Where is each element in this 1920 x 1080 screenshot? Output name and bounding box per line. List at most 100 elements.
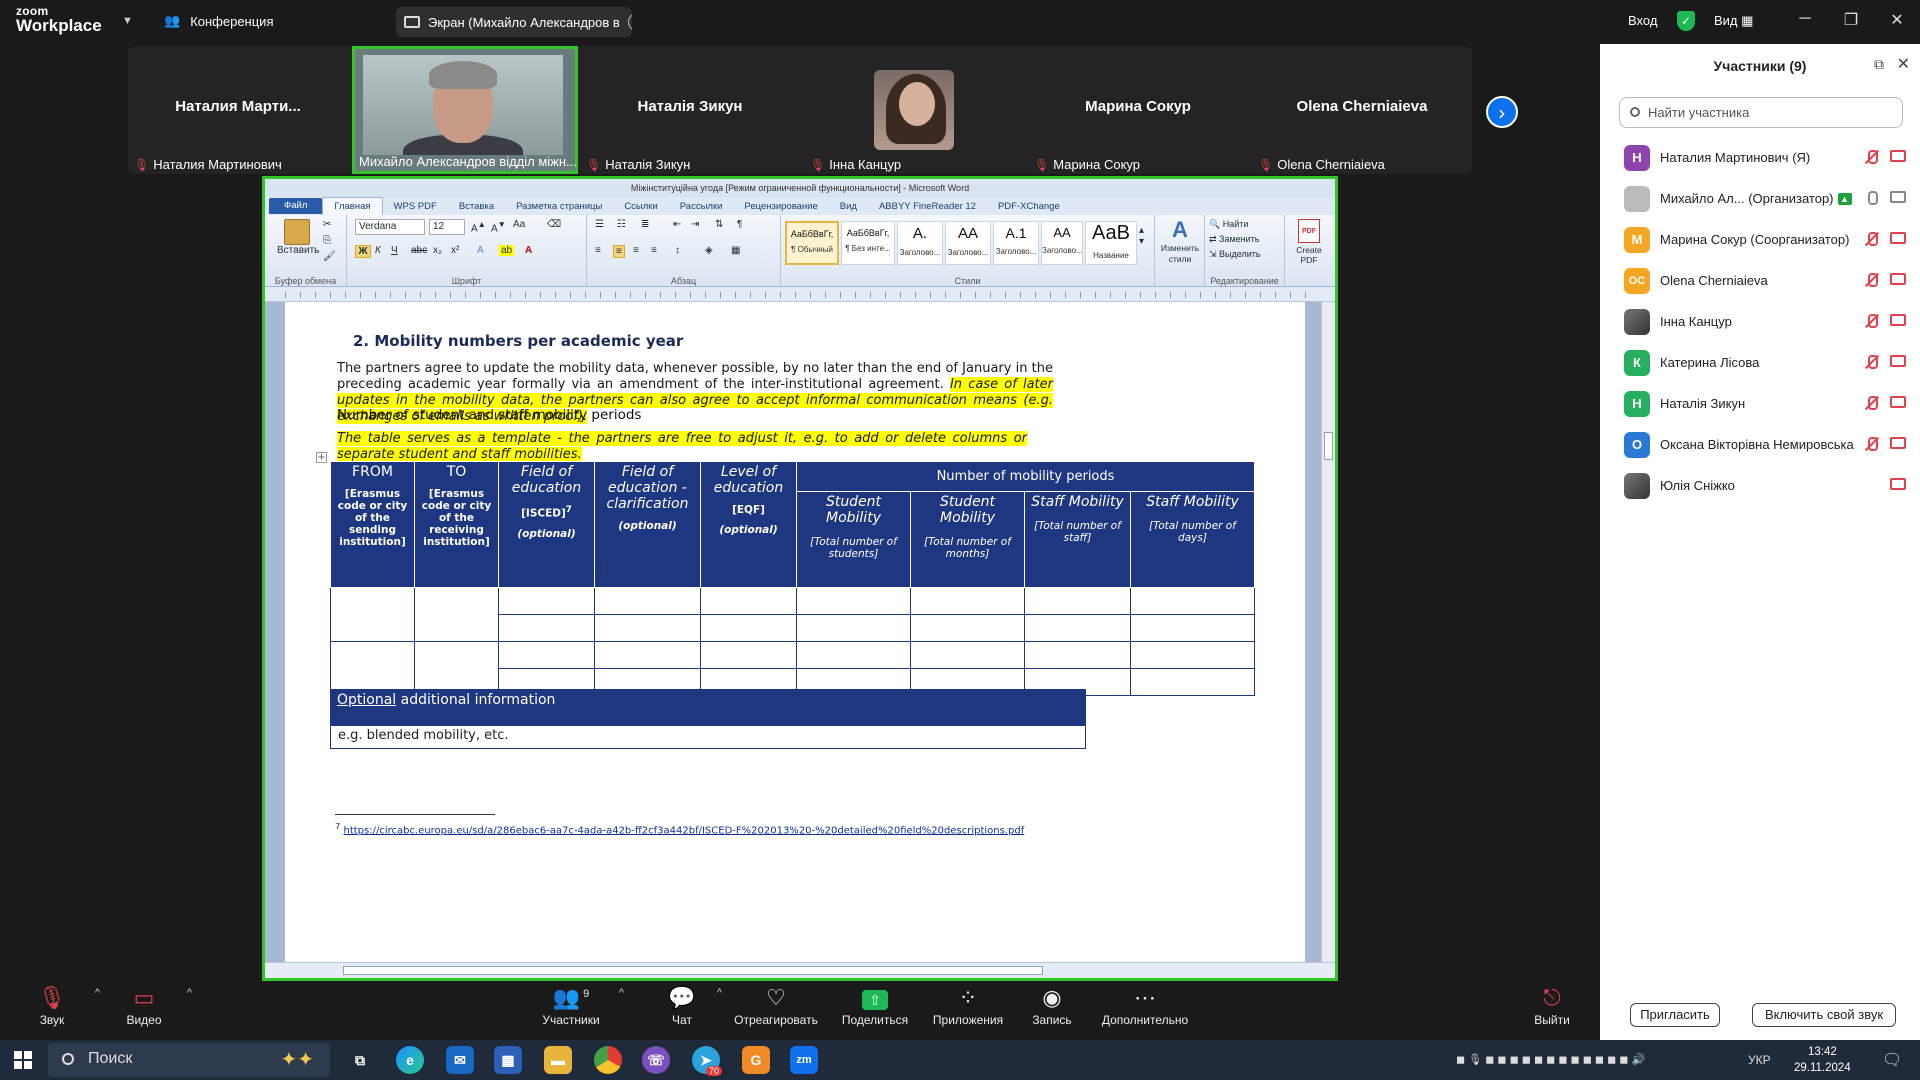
shield-icon[interactable]: ✓ [1677, 11, 1695, 31]
superscript-icon[interactable]: x² [451, 245, 459, 256]
table-cell[interactable] [1130, 668, 1255, 696]
video-tile[interactable]: Марина Сокур 🎙 Марина Сокур [1028, 46, 1248, 174]
clock[interactable]: 13:42 29.11.2024 [1794, 1044, 1851, 1076]
table-cell[interactable] [498, 614, 595, 642]
camera-off-icon[interactable] [1890, 232, 1906, 244]
camera-off-icon[interactable] [1890, 396, 1906, 408]
invite-button[interactable]: Пригласить [1630, 1003, 1720, 1027]
participant-row[interactable]: Н Наталія Зикун [1600, 383, 1920, 424]
camera-on-icon[interactable] [1890, 191, 1906, 203]
participant-row[interactable]: О Оксана Вікторівна Немировська [1600, 424, 1920, 465]
camera-off-icon[interactable] [1890, 150, 1906, 162]
font-color-icon[interactable]: A [525, 245, 532, 256]
justify-icon[interactable]: ≡ [651, 245, 657, 256]
text-effects-icon[interactable]: A [477, 245, 484, 256]
tab-pdf-xchange[interactable]: PDF-XChange [987, 201, 1071, 212]
find-button[interactable]: 🔍 Найти [1209, 219, 1248, 230]
more-options-icon[interactable]: ··· [627, 13, 632, 31]
table-cell[interactable] [910, 641, 1025, 669]
bullets-icon[interactable]: ☰ [595, 219, 604, 230]
create-pdf-button[interactable]: PDF Create PDF [1289, 219, 1329, 265]
tray-icons[interactable]: ◼ 🎙 ◼ ◼ ◼ ◼ ◼ ◼ ◼ ◼ ◼ ◼ ◼ ◼ 🔊 [1456, 1053, 1645, 1066]
style-normal[interactable]: АаБбВвГг, ¶ Обычный [785, 221, 839, 265]
participants-button[interactable]: 👥 9 Участники ^ [536, 981, 624, 1040]
popout-icon[interactable]: ⧉ [1874, 56, 1884, 73]
subscript-icon[interactable]: x₂ [433, 245, 442, 256]
mic-off-icon[interactable] [1864, 355, 1878, 369]
participant-row[interactable]: К Катерина Лісова [1600, 342, 1920, 383]
italic-icon[interactable]: К [375, 245, 381, 256]
grow-font-icon[interactable]: A▲ [471, 219, 486, 234]
underline-icon[interactable]: Ч [391, 245, 398, 256]
replace-button[interactable]: ⇄ Заменить [1209, 234, 1260, 245]
table-cell[interactable] [1130, 614, 1255, 642]
scroll-thumb[interactable] [1324, 432, 1333, 460]
tab-view[interactable]: Вид [829, 201, 868, 212]
video-button[interactable]: ▭ Видео ^ [114, 981, 192, 1040]
close-icon[interactable]: ✕ [1882, 10, 1912, 30]
footnote-link[interactable]: https://circabc.europa.eu/sd/a/286ebac6-… [344, 825, 1025, 836]
horizontal-scrollbar[interactable] [265, 962, 1335, 978]
tab-wps-pdf[interactable]: WPS PDF [383, 201, 448, 212]
camera-off-icon[interactable] [1890, 314, 1906, 326]
paste-button[interactable]: Вставить [277, 219, 319, 256]
conference-menu[interactable]: 👥 Конференция [164, 13, 273, 29]
strikethrough-icon[interactable]: abc [411, 245, 427, 256]
table-cell[interactable] [1130, 641, 1255, 669]
participant-row[interactable]: М Марина Сокур (Соорганизатор) [1600, 219, 1920, 260]
app-icon[interactable]: G [742, 1046, 770, 1074]
table-cell[interactable] [330, 587, 415, 642]
bold-icon[interactable]: Ж [355, 245, 371, 258]
tab-abbyy[interactable]: ABBYY FineReader 12 [868, 201, 987, 212]
borders-icon[interactable]: ▦ [731, 245, 740, 256]
more-button[interactable]: ⋯ Дополнительно [1098, 981, 1192, 1040]
table-cell[interactable] [1024, 587, 1131, 615]
footnote-ref[interactable]: 7 [566, 505, 572, 515]
table-cell[interactable] [330, 641, 415, 696]
table-cell[interactable] [1024, 614, 1131, 642]
participant-row[interactable]: Юлія Сніжко [1600, 465, 1920, 506]
tab-mailings[interactable]: Рассылки [669, 201, 734, 212]
table-cell[interactable] [700, 614, 797, 642]
tab-home[interactable]: Главная [322, 197, 383, 215]
horizontal-ruler[interactable] [265, 288, 1335, 302]
mic-off-icon[interactable] [1864, 150, 1878, 164]
multilevel-list-icon[interactable]: ≣ [641, 219, 649, 230]
clear-format-icon[interactable]: ⌫ [547, 219, 561, 230]
table-cell[interactable] [796, 587, 911, 615]
vertical-scrollbar[interactable] [1321, 302, 1335, 962]
table-cell[interactable] [700, 587, 797, 615]
store-icon[interactable]: ▦ [494, 1046, 522, 1074]
mic-off-icon[interactable] [1864, 396, 1878, 410]
change-styles-button[interactable]: A Изменить стили [1159, 217, 1201, 265]
participant-row[interactable]: Михайло Ал... (Организатор) ▲ [1600, 178, 1920, 219]
video-tile[interactable]: 🎙 Інна Канцур [804, 46, 1024, 174]
task-view-icon[interactable]: ⧉ [346, 1046, 374, 1074]
style-heading-3[interactable]: А.1 Заголово... [993, 221, 1039, 265]
mic-off-icon[interactable] [1864, 314, 1878, 328]
increase-indent-icon[interactable]: ⇥ [691, 219, 699, 230]
table-cell[interactable] [498, 587, 595, 615]
table-cell[interactable] [414, 641, 499, 696]
notifications-icon[interactable]: 🗨 [1882, 1050, 1902, 1070]
signin-button[interactable]: Вход [1628, 13, 1657, 28]
decrease-indent-icon[interactable]: ⇤ [673, 219, 681, 230]
style-no-spacing[interactable]: АаБбВвГг, ¶ Без инте... [841, 221, 895, 265]
optional-info-body[interactable]: e.g. blended mobility, etc. [330, 725, 1086, 749]
camera-off-icon[interactable] [1890, 437, 1906, 449]
shrink-font-icon[interactable]: A▼ [491, 219, 506, 234]
camera-off-icon[interactable] [1890, 355, 1906, 367]
tab-insert[interactable]: Вставка [448, 201, 505, 212]
zoom-taskbar-icon[interactable]: zm [790, 1046, 818, 1074]
mail-icon[interactable]: ✉ [446, 1046, 474, 1074]
align-right-icon[interactable]: ≡ [633, 245, 639, 256]
video-tile-active[interactable]: Михайло Александров відділ міжн... [352, 46, 578, 174]
table-move-handle[interactable]: + [316, 452, 327, 463]
file-explorer-icon[interactable]: ▬ [544, 1046, 572, 1074]
participant-row[interactable]: Н Наталия Мартинович (Я) [1600, 137, 1920, 178]
react-button[interactable]: ♡ Отреагировать [728, 981, 824, 1040]
video-tile[interactable]: Наталія Зикун 🎙 Наталія Зикун [580, 46, 800, 174]
table-cell[interactable] [910, 587, 1025, 615]
shading-icon[interactable]: ◈ [705, 245, 713, 256]
camera-off-icon[interactable] [1890, 273, 1906, 285]
